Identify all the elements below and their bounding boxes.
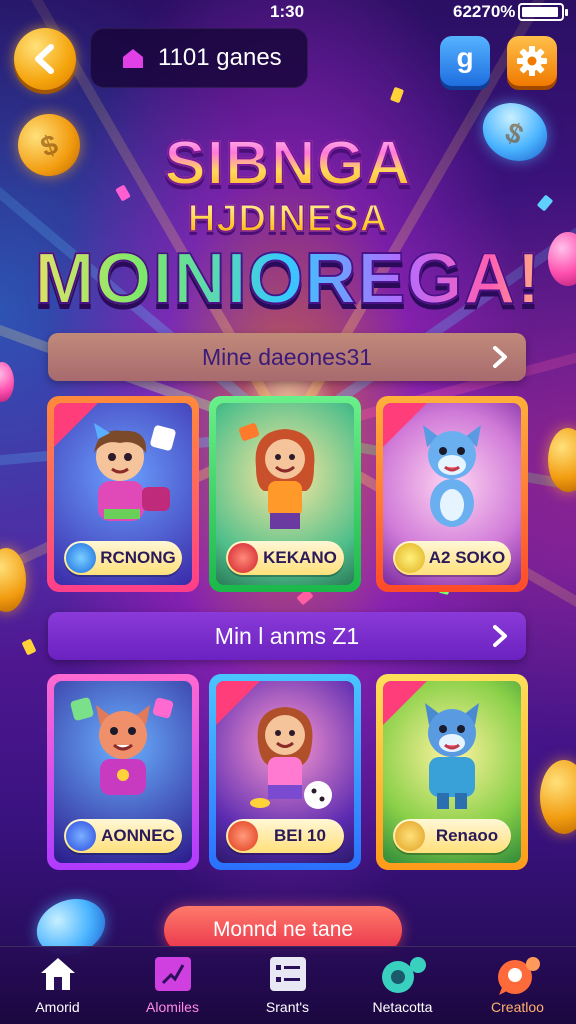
back-button[interactable] [14,28,76,90]
game-badge-icon [395,821,425,851]
game-badge-icon [228,821,258,851]
social-icon [381,957,426,993]
coin-decoration [540,760,576,834]
game-card-art: A2 SOKO [383,403,521,585]
game-card-name-bar: AONNEC [64,819,182,853]
game-card-name: BEI 10 [274,826,326,845]
game-card-name: Renaoo [435,826,499,845]
nav-label: Amorid [35,999,80,1015]
status-time: 1:30 [270,2,305,21]
title-line-1: SIBNGA [0,128,576,199]
game-badge-icon [66,543,96,573]
game-card-name: RCNONG [100,548,176,567]
section-header-2[interactable]: Min l anms Z1 [48,612,526,660]
character-illustration [238,423,315,529]
game-card-name-bar: BEI 10 [226,819,344,853]
game-card[interactable]: BEI 10 [209,674,361,870]
game-card[interactable]: AONNEC [47,674,199,870]
character-illustration [425,703,479,809]
nav-item-network[interactable]: Netacotta [345,947,460,1024]
nav-label: Netacotta [372,999,433,1015]
game-badge-icon [395,543,425,573]
gear-icon [517,46,547,76]
game-card[interactable]: Renaoo [376,674,528,870]
section-header-1[interactable]: Mine daeones31 [48,333,526,381]
chevron-left-icon [35,44,54,74]
game-badge-icon [66,821,96,851]
chevron-right-icon [493,625,507,647]
confetti [389,86,405,104]
character-illustration [423,425,481,527]
nav-label: Srant's [265,999,310,1015]
chevron-right-icon [493,346,507,368]
character-illustration [250,707,332,809]
games-counter: 1101 ganes [90,28,308,88]
confetti [21,638,37,656]
status-bar: 1:30 62270% [0,0,576,26]
section-2-label: Min l anms Z1 [214,623,360,649]
battery-icon [518,3,568,21]
game-card-name: AONNEC [101,826,175,845]
nav-label: Creatloo [491,999,544,1015]
game-card-art: KEKANO [216,403,354,585]
title-line-3: MOINIOREGA! [0,238,576,320]
character-illustration [70,697,174,795]
game-badge-icon [228,543,258,573]
game-card-name: A2 SOKO [428,548,506,567]
coin-decoration [548,428,576,492]
more-games-label: Monnd ne tane [212,918,354,941]
game-card-name-bar: RCNONG [64,541,182,575]
nav-item-games[interactable]: Alomiles [115,947,230,1024]
puzzle-icon [154,957,191,991]
game-card-name: KEKANO [263,548,337,567]
game-card[interactable]: KEKANO [209,396,361,592]
nav-label: Alomiles [146,999,199,1015]
nav-item-create[interactable]: Creatloo [460,947,575,1024]
game-card[interactable]: RCNONG [47,396,199,592]
nav-item-stats[interactable]: Srant's [230,947,345,1024]
settings-button[interactable] [507,36,557,86]
game-card-name-bar: KEKANO [226,541,344,575]
game-card-art: Renaoo [383,681,521,863]
games-counter-label: 1101 ganes [158,44,282,71]
section-1-label: Mine daeones31 [201,344,373,370]
home-icon [123,49,143,68]
game-card[interactable]: A2 SOKO [376,396,528,592]
nav-item-home[interactable]: Amorid [0,947,115,1024]
battery-percentage: 62270% [453,2,516,21]
home-icon [40,958,75,990]
chat-bubble-icon [497,957,540,995]
list-icon [269,957,306,991]
g-button[interactable]: g [440,36,490,86]
character-illustration [94,423,176,521]
game-card-art: AONNEC [54,681,192,863]
game-card-name-bar: Renaoo [393,819,511,853]
coin-decoration [0,548,26,612]
title-line-2: HJDINESA [0,197,576,241]
g-button-label: g [456,42,474,73]
game-card-name-bar: A2 SOKO [393,541,511,575]
game-card-art: RCNONG [54,403,192,585]
coin-decoration [0,362,14,402]
bottom-nav: Amorid Alomiles Srant's Netacotta Creatl… [0,946,576,1024]
game-card-art: BEI 10 [216,681,354,863]
